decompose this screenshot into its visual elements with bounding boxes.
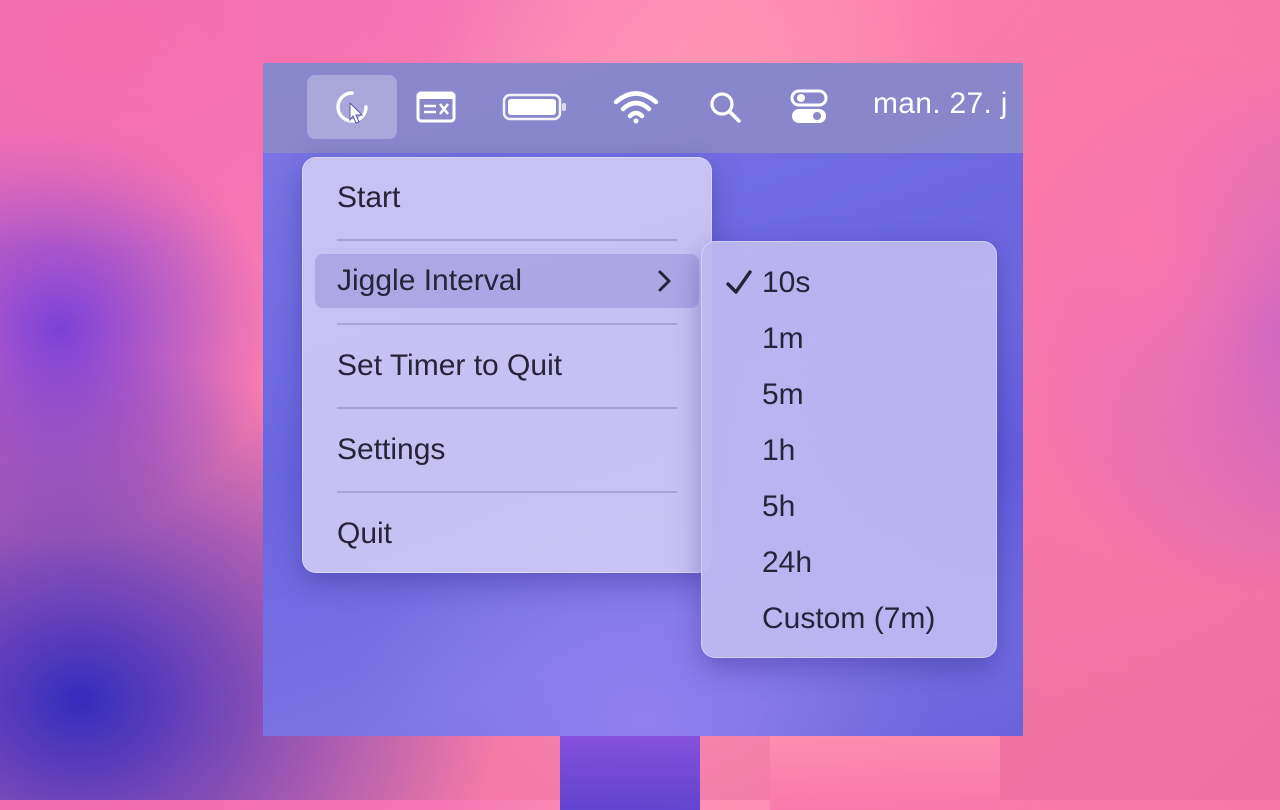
menu-item-label: Jiggle Interval bbox=[337, 264, 523, 297]
jiggler-menu-extra[interactable] bbox=[307, 75, 397, 139]
wifi-status[interactable] bbox=[611, 75, 661, 139]
search-icon bbox=[707, 89, 743, 125]
screen-capture-menu-extra[interactable] bbox=[410, 75, 462, 139]
interval-option-label: 1m bbox=[762, 322, 804, 355]
spotlight-search[interactable] bbox=[703, 75, 747, 139]
menu-item-label: Settings bbox=[337, 433, 446, 466]
interval-option-5h[interactable]: 5h bbox=[711, 481, 987, 533]
jiggler-menu: Start Jiggle Interval Set Timer to Quit … bbox=[302, 157, 712, 573]
battery-status[interactable] bbox=[499, 75, 571, 139]
interval-option-1m[interactable]: 1m bbox=[711, 313, 987, 365]
checkmark-icon bbox=[725, 269, 753, 297]
jiggle-interval-submenu: 10s 1m 5m 1h 5h 24h Custom (7m) bbox=[701, 241, 997, 658]
interval-option-label: 5h bbox=[762, 490, 796, 523]
menu-separator bbox=[337, 407, 677, 409]
screen-capture-icon bbox=[416, 90, 456, 124]
menu-item-set-timer-to-quit[interactable]: Set Timer to Quit bbox=[315, 339, 699, 393]
menu-item-label: Set Timer to Quit bbox=[337, 349, 563, 382]
menu-bar: man. 27. j bbox=[263, 63, 1023, 153]
interval-option-label: Custom (7m) bbox=[762, 602, 936, 635]
interval-option-1h[interactable]: 1h bbox=[711, 425, 987, 477]
control-center[interactable] bbox=[787, 75, 831, 139]
interval-option-10s[interactable]: 10s bbox=[711, 257, 987, 309]
interval-option-5m[interactable]: 5m bbox=[711, 369, 987, 421]
menubar-clock[interactable]: man. 27. j bbox=[873, 87, 1008, 121]
menu-separator bbox=[337, 491, 677, 493]
menu-item-settings[interactable]: Settings bbox=[315, 423, 699, 477]
menu-separator bbox=[337, 323, 677, 325]
control-center-icon bbox=[790, 88, 828, 126]
menu-item-label: Start bbox=[337, 181, 401, 214]
screen-capture: man. 27. j Start Jiggle Interval Set Tim… bbox=[263, 63, 1023, 736]
wifi-icon bbox=[613, 89, 659, 125]
interval-option-label: 1h bbox=[762, 434, 796, 467]
interval-option-24h[interactable]: 24h bbox=[711, 537, 987, 589]
interval-option-label: 5m bbox=[762, 378, 804, 411]
menu-separator bbox=[337, 239, 677, 241]
interval-option-label: 24h bbox=[762, 546, 813, 579]
battery-icon bbox=[502, 92, 568, 122]
interval-option-custom[interactable]: Custom (7m) bbox=[711, 593, 987, 645]
menu-item-start[interactable]: Start bbox=[315, 171, 699, 225]
menu-item-jiggle-interval[interactable]: Jiggle Interval bbox=[315, 254, 699, 308]
menu-item-label: Quit bbox=[337, 517, 393, 550]
menu-item-quit[interactable]: Quit bbox=[315, 507, 699, 561]
jiggler-cursor-icon bbox=[332, 87, 372, 127]
chevron-right-icon bbox=[651, 268, 677, 294]
interval-option-label: 10s bbox=[762, 266, 811, 299]
